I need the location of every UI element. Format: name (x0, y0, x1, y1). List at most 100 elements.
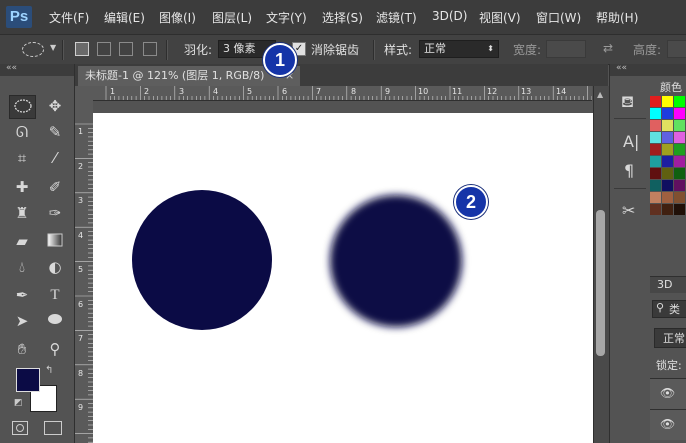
color-swatch[interactable] (650, 180, 661, 191)
zoom-tool-icon[interactable]: ⚲ (42, 338, 68, 360)
intersect-selection-button[interactable] (143, 42, 157, 56)
color-swatch[interactable] (674, 108, 685, 119)
color-swatch[interactable] (650, 168, 661, 179)
history-panel-icon[interactable]: ⛾ (621, 92, 634, 113)
gradient-tool-icon[interactable] (42, 230, 68, 252)
blend-mode-select[interactable]: 正常 (654, 328, 686, 348)
swap-width-height-icon[interactable]: ⇄ (603, 42, 617, 54)
quick-mask-icon[interactable] (12, 421, 28, 435)
swap-colors-icon[interactable]: ↰ (45, 365, 53, 376)
new-selection-button[interactable] (75, 42, 89, 56)
type-tool-icon[interactable]: T (42, 284, 68, 306)
annotation-badge-1: 1 (263, 43, 297, 77)
elliptical-marquee-preset-icon[interactable] (22, 42, 44, 57)
color-swatch[interactable] (674, 144, 685, 155)
menu-filter[interactable]: 滤镜(T) (376, 9, 417, 26)
color-swatch[interactable] (650, 96, 661, 107)
preset-dropdown-arrow-icon[interactable]: ▼ (50, 43, 56, 52)
color-swatch[interactable] (650, 120, 661, 131)
move-tool-icon[interactable]: ✥ (42, 95, 68, 117)
menu-3d[interactable]: 3D(D) (432, 9, 467, 23)
color-swatch[interactable] (650, 144, 661, 155)
collapse-panel-icon[interactable]: «« (6, 63, 17, 73)
quick-selection-tool-icon[interactable]: ✎ (42, 121, 68, 143)
dodge-tool-icon[interactable]: ◐ (42, 256, 68, 278)
color-swatch[interactable] (662, 108, 673, 119)
elliptical-marquee-tool-icon[interactable] (9, 95, 36, 119)
3d-panel-tab[interactable]: 3D (657, 278, 672, 291)
crop-tool-icon[interactable]: ⌗ (9, 147, 35, 169)
color-panel-tab[interactable]: 颜色 (660, 79, 682, 95)
hand-tool-icon[interactable]: ✋︎ (9, 338, 35, 360)
layer-kind-filter[interactable]: ⚲ 类 (652, 300, 686, 318)
vertical-scrollbar-thumb[interactable] (596, 210, 605, 356)
ruler-h-label: 4 (213, 87, 219, 96)
menu-image[interactable]: 图像(I) (159, 9, 196, 26)
pen-tool-icon[interactable]: ✒ (9, 284, 35, 306)
ruler-h-label: 12 (487, 87, 498, 96)
color-swatch[interactable] (650, 204, 661, 215)
expand-panels-icon[interactable]: «« (616, 63, 627, 73)
path-selection-tool-icon[interactable]: ➤ (9, 310, 35, 332)
menu-type[interactable]: 文字(Y) (266, 9, 307, 26)
height-input[interactable] (667, 40, 686, 58)
color-swatch[interactable] (674, 156, 685, 167)
eyedropper-tool-icon[interactable]: ⁄ (42, 147, 68, 169)
color-swatch[interactable] (662, 168, 673, 179)
color-swatch[interactable] (674, 168, 685, 179)
menu-help[interactable]: 帮助(H) (596, 9, 638, 26)
color-swatch[interactable] (650, 132, 661, 143)
ruler-origin[interactable] (75, 86, 93, 100)
visibility-eye-icon[interactable]: 👁︎ (660, 417, 675, 431)
default-colors-icon[interactable]: ◩ (14, 398, 23, 408)
color-swatch[interactable] (674, 192, 685, 203)
scroll-up-arrow-icon[interactable]: ▲ (597, 90, 603, 99)
color-swatch[interactable] (662, 156, 673, 167)
menu-edit[interactable]: 编辑(E) (104, 9, 145, 26)
ruler-v-label: 3 (78, 196, 84, 205)
color-swatch[interactable] (662, 144, 673, 155)
add-to-selection-button[interactable] (97, 42, 111, 56)
color-swatch[interactable] (662, 96, 673, 107)
color-swatch[interactable] (650, 192, 661, 203)
color-swatch[interactable] (662, 132, 673, 143)
color-swatch[interactable] (674, 120, 685, 131)
color-swatch[interactable] (662, 204, 673, 215)
color-swatch[interactable] (662, 192, 673, 203)
lasso-tool-icon[interactable]: ᘏ (9, 121, 35, 143)
ellipse-shape-tool-icon[interactable] (42, 310, 68, 332)
color-swatch[interactable] (674, 180, 685, 191)
visibility-eye-icon[interactable]: 👁︎ (660, 386, 675, 400)
brush-tool-icon[interactable]: ✐ (42, 176, 68, 198)
menu-select[interactable]: 选择(S) (322, 9, 363, 26)
menu-file[interactable]: 文件(F) (49, 9, 89, 26)
color-swatch[interactable] (650, 156, 661, 167)
width-input[interactable] (546, 40, 586, 58)
color-swatch[interactable] (662, 180, 673, 191)
history-brush-tool-icon[interactable]: ✑ (42, 202, 68, 224)
horizontal-ruler[interactable]: 1 2 3 4 5 6 7 8 9 10 11 12 13 14 (93, 86, 592, 101)
eraser-tool-icon[interactable]: ▰ (9, 230, 35, 252)
tool-presets-panel-icon[interactable]: ✂ (622, 201, 635, 220)
screen-mode-icon[interactable] (44, 421, 62, 435)
foreground-color-swatch[interactable] (16, 368, 40, 392)
blur-tool-icon[interactable]: 💧︎ (9, 256, 35, 278)
color-swatch[interactable] (674, 204, 685, 215)
menu-window[interactable]: 窗口(W) (536, 9, 581, 26)
character-panel-icon[interactable]: A| (623, 132, 639, 151)
style-select[interactable]: 正常 ⬍ (419, 40, 499, 58)
color-swatch[interactable] (674, 132, 685, 143)
color-swatch[interactable] (674, 96, 685, 107)
vertical-ruler[interactable]: 1 2 3 4 5 6 7 8 9 (75, 100, 94, 443)
color-swatch[interactable] (650, 108, 661, 119)
menu-layer[interactable]: 图层(L) (212, 9, 252, 26)
menu-view[interactable]: 视图(V) (479, 9, 521, 26)
layer-row[interactable]: 👁︎ (650, 409, 686, 440)
document-canvas[interactable] (93, 101, 593, 443)
color-swatch[interactable] (662, 120, 673, 131)
layer-row[interactable]: 👁︎ (650, 378, 686, 409)
paragraph-panel-icon[interactable]: ¶ (624, 161, 634, 180)
subtract-selection-button[interactable] (119, 42, 133, 56)
clone-stamp-tool-icon[interactable]: ♜ (9, 202, 35, 224)
spot-healing-tool-icon[interactable]: ✚ (9, 176, 35, 198)
